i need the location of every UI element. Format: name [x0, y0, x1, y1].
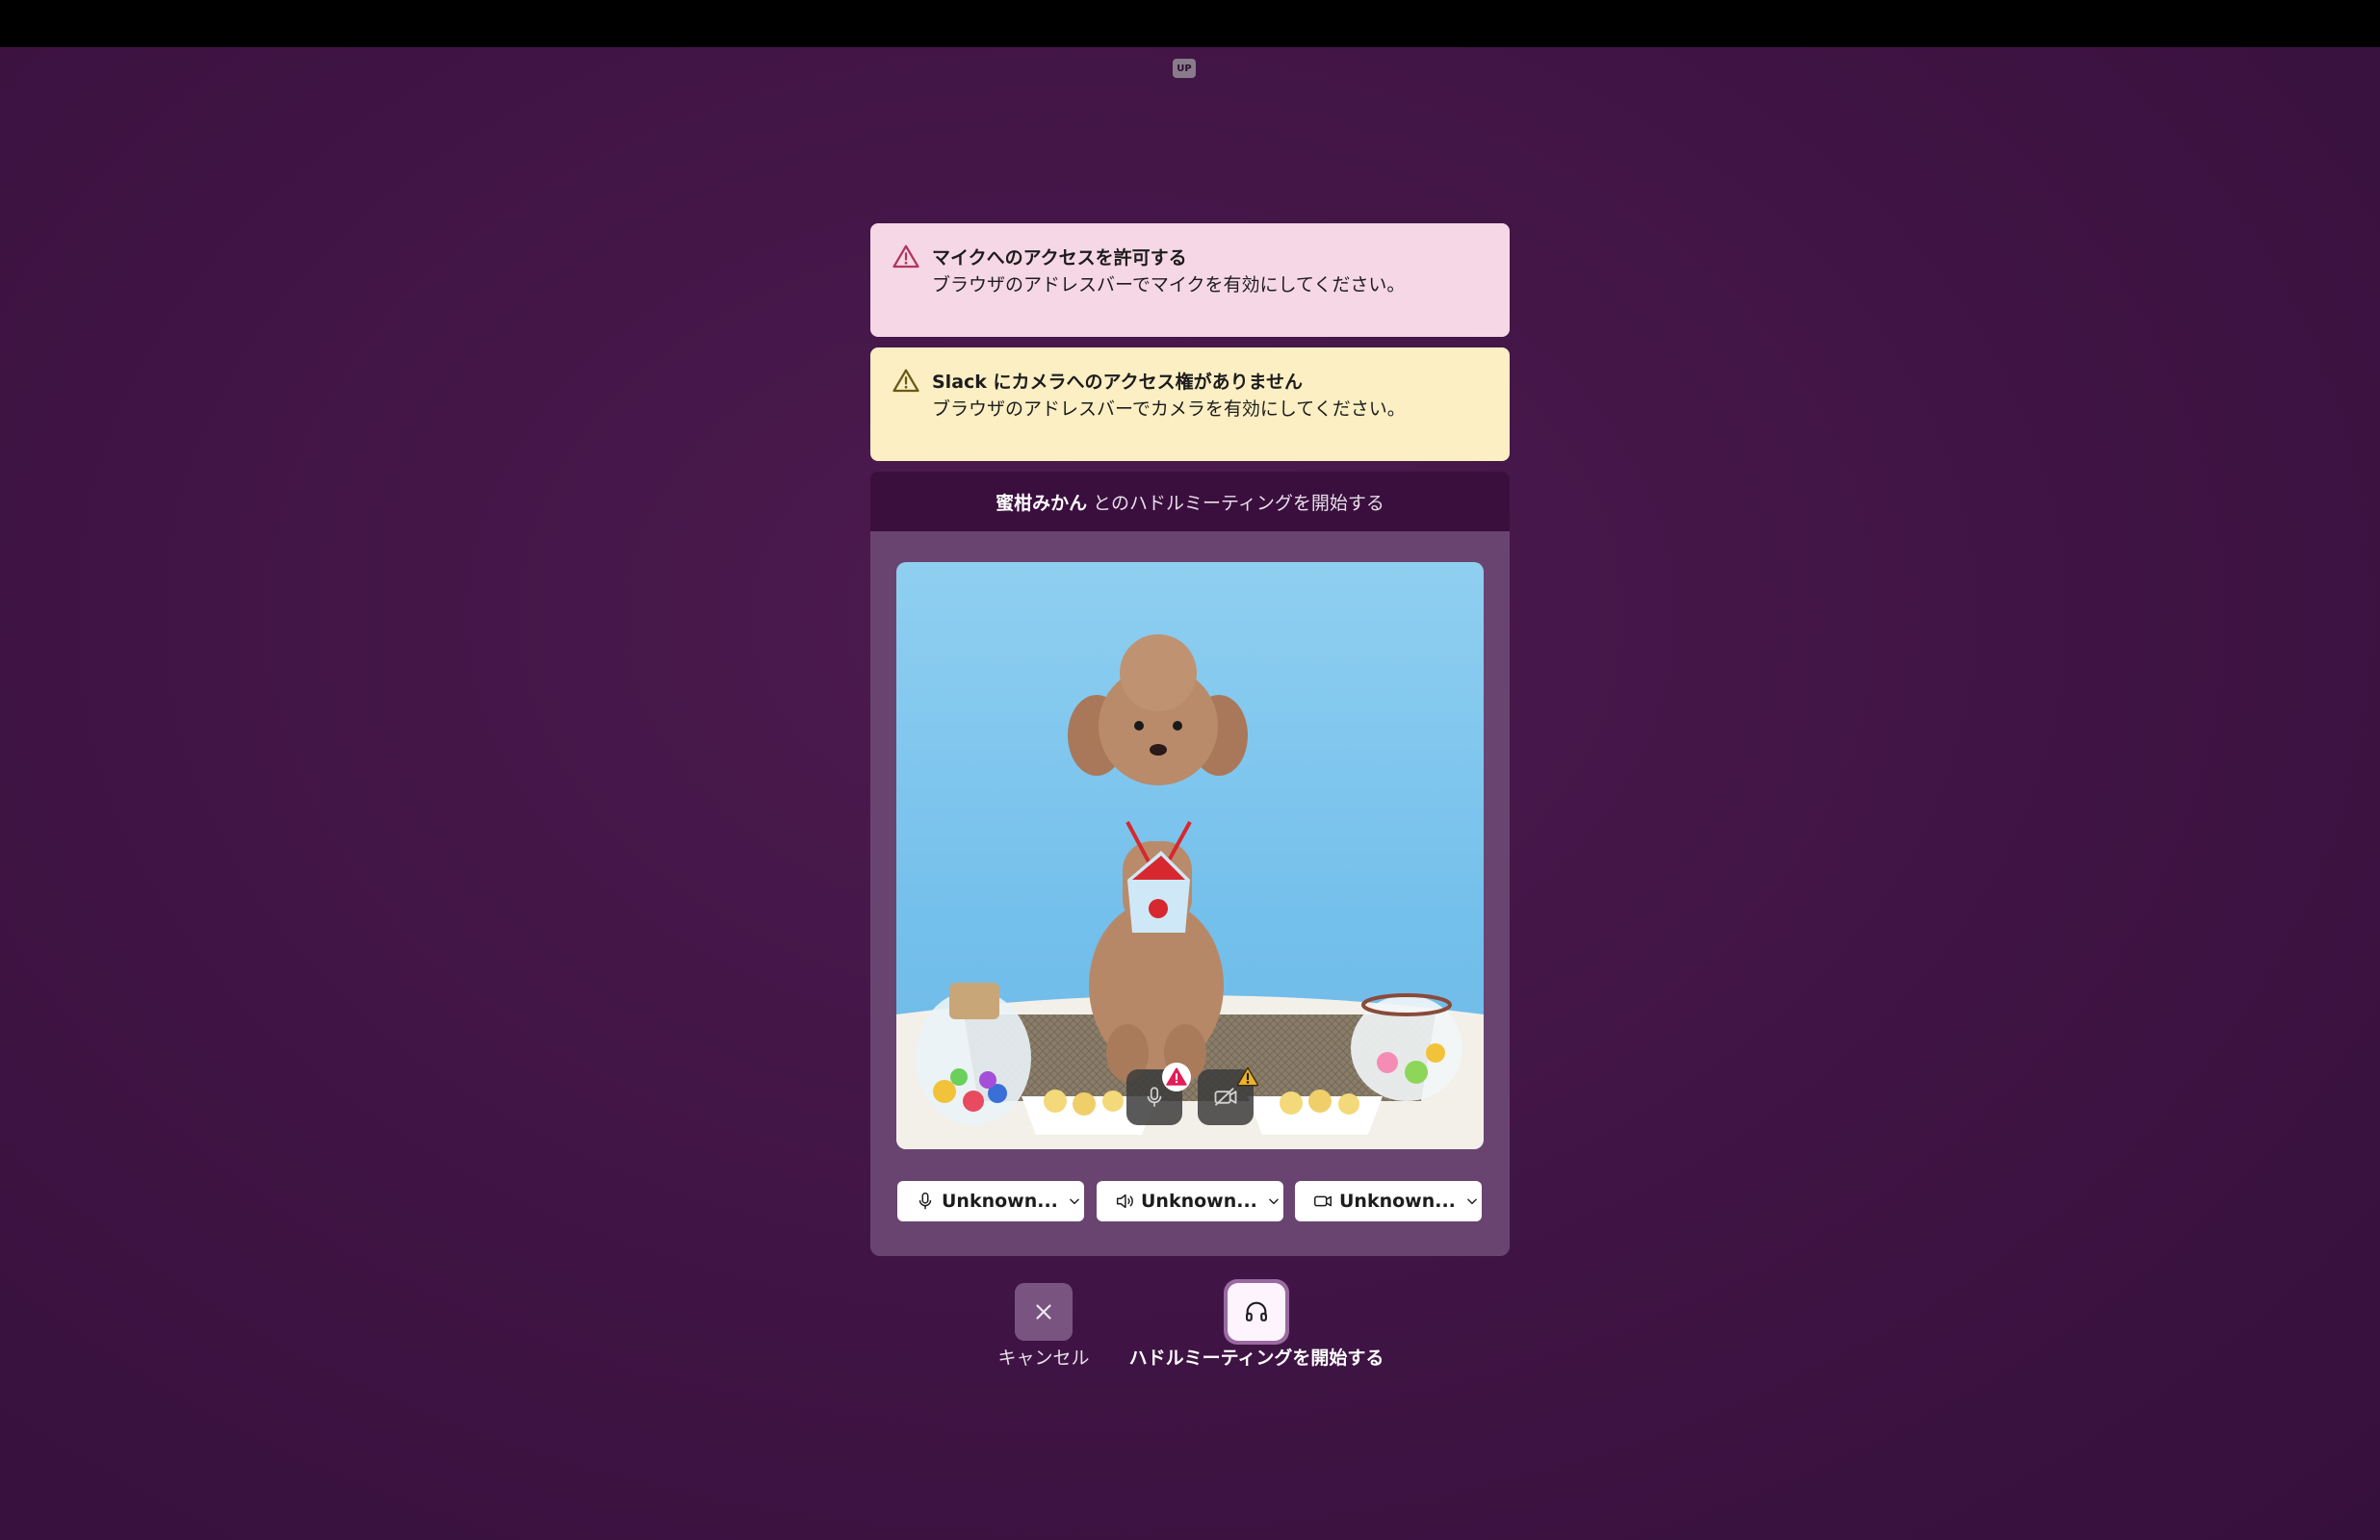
cancel-button[interactable] [1015, 1283, 1073, 1341]
cancel-label: キャンセル [997, 1348, 1090, 1369]
speaker-icon [1116, 1194, 1133, 1209]
speaker-device-label: Unknown... [1141, 1191, 1257, 1212]
chevron-down-icon [1467, 1198, 1477, 1205]
headphones-icon [1246, 1301, 1267, 1322]
warning-triangle-icon [1166, 1067, 1187, 1086]
mic-off-icon [1147, 1087, 1162, 1107]
mic-icon [918, 1193, 932, 1210]
mic-device-select[interactable]: Unknown... [897, 1181, 1084, 1221]
up-badge: UP [1173, 59, 1196, 78]
mic-permission-alert: マイクへのアクセスを許可する ブラウザのアドレスバーでマイクを有効にしてください… [870, 223, 1510, 337]
alert-title: Slack にカメラへのアクセス権がありません [932, 372, 1304, 393]
chevron-down-icon [1269, 1198, 1279, 1205]
warning-triangle-icon [892, 369, 919, 393]
chevron-down-icon [1070, 1198, 1079, 1205]
alert-body: ブラウザのアドレスバーでマイクを有効にしてください。 [932, 274, 1406, 295]
browser-top-bar [0, 0, 2380, 47]
alert-title: マイクへのアクセスを許可する [932, 247, 1187, 269]
start-huddle-button-inner[interactable] [1228, 1283, 1285, 1341]
mic-error-badge [1162, 1063, 1191, 1091]
camera-device-label: Unknown... [1339, 1191, 1456, 1212]
video-camera-icon [1314, 1195, 1332, 1207]
warning-triangle-icon [1236, 1066, 1259, 1087]
close-icon [1036, 1304, 1051, 1320]
huddle-user-name: 蜜柑みかん [996, 492, 1088, 514]
poodle-photo [896, 634, 1484, 1149]
video-preview [896, 562, 1484, 1149]
camera-device-select[interactable]: Unknown... [1295, 1181, 1482, 1221]
camera-warning-badge [1233, 1063, 1262, 1091]
huddle-header-text: とのハドルミーティングを開始する [1093, 492, 1384, 514]
speaker-device-select[interactable]: Unknown... [1097, 1181, 1283, 1221]
huddle-header: 蜜柑みかん とのハドルミーティングを開始する [870, 472, 1510, 531]
alert-body: ブラウザのアドレスバーでカメラを有効にしてください。 [932, 398, 1406, 420]
warning-triangle-icon [892, 244, 919, 269]
camera-permission-alert: Slack にカメラへのアクセス権がありません ブラウザのアドレスバーでカメラを… [870, 347, 1510, 461]
start-huddle-button[interactable] [1224, 1279, 1289, 1345]
start-huddle-label: ハドルミーティングを開始する [1128, 1348, 1384, 1369]
mic-device-label: Unknown... [942, 1191, 1058, 1212]
